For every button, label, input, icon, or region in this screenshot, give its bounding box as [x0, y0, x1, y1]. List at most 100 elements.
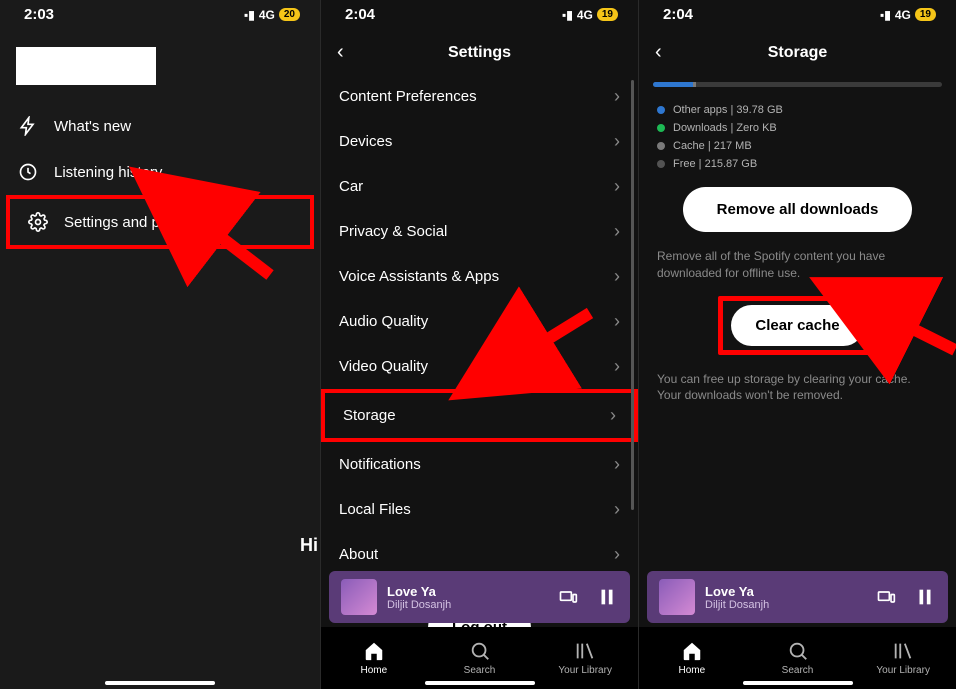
home-indicator — [743, 681, 853, 685]
status-bar: 2:04 ▪▮ 4G 19 — [321, 0, 638, 27]
pause-icon[interactable] — [596, 586, 618, 608]
chevron-right-icon: › — [614, 356, 620, 377]
home-icon — [681, 640, 703, 662]
status-icons: ▪▮ 4G 20 — [244, 8, 300, 22]
settings-row-car[interactable]: Car› — [321, 164, 638, 209]
track-title: Love Ya — [705, 584, 866, 599]
pause-icon[interactable] — [914, 586, 936, 608]
nav-library[interactable]: Your Library — [850, 627, 956, 689]
menu-item-whats-new[interactable]: What's new — [0, 103, 320, 149]
now-playing-bar[interactable]: Love Ya Diljit Dosanjh — [329, 571, 630, 623]
chevron-right-icon: › — [614, 311, 620, 332]
settings-list: Content Preferences› Devices› Car› Priva… — [321, 74, 638, 577]
clear-cache-highlight: Clear cache — [718, 296, 876, 355]
battery-badge: 20 — [279, 8, 300, 21]
chevron-right-icon: › — [614, 131, 620, 152]
screen-storage: 2:04 ▪▮ 4G 19 ‹ Storage Other apps | 39.… — [638, 0, 956, 689]
devices-icon[interactable] — [558, 587, 578, 607]
library-icon — [892, 640, 914, 662]
now-playing-bar[interactable]: Love Ya Diljit Dosanjh — [647, 571, 948, 623]
storage-usage-bar — [653, 82, 942, 87]
storage-legend: Other apps | 39.78 GB Downloads | Zero K… — [639, 101, 956, 173]
back-button[interactable]: ‹ — [655, 41, 662, 64]
menu-item-settings-privacy[interactable]: Settings and privacy — [6, 195, 314, 249]
nav-home[interactable]: Home — [639, 627, 745, 689]
now-playing-text: Love Ya Diljit Dosanjh — [387, 584, 548, 611]
scrollbar[interactable] — [631, 80, 634, 510]
legend-dot — [657, 106, 665, 114]
settings-row-voice-assistants[interactable]: Voice Assistants & Apps› — [321, 254, 638, 299]
status-icons: ▪▮ 4G 19 — [880, 8, 936, 22]
screen-settings: 2:04 ▪▮ 4G 19 ‹ Settings Content Prefere… — [320, 0, 638, 689]
legend-cache: Cache | 217 MB — [657, 137, 938, 155]
now-playing-controls — [876, 586, 936, 608]
network-label: 4G — [259, 8, 275, 22]
clear-cache-button[interactable]: Clear cache — [731, 305, 863, 346]
signal-icon: ▪▮ — [880, 8, 891, 22]
chevron-right-icon: › — [614, 221, 620, 242]
settings-row-devices[interactable]: Devices› — [321, 119, 638, 164]
remove-downloads-button[interactable]: Remove all downloads — [683, 187, 913, 232]
chevron-right-icon: › — [610, 405, 616, 426]
chevron-right-icon: › — [614, 544, 620, 565]
clock: 2:04 — [663, 6, 693, 23]
now-playing-text: Love Ya Diljit Dosanjh — [705, 584, 866, 611]
settings-row-storage[interactable]: Storage› — [321, 389, 638, 442]
home-indicator — [425, 681, 535, 685]
battery-badge: 19 — [597, 8, 618, 21]
storage-seg-other — [653, 82, 693, 87]
nav-library[interactable]: Your Library — [532, 627, 638, 689]
back-button[interactable]: ‹ — [337, 41, 344, 64]
clock: 2:03 — [24, 6, 54, 23]
search-icon — [787, 640, 809, 662]
status-icons: ▪▮ 4G 19 — [562, 8, 618, 22]
album-art — [659, 579, 695, 615]
network-label: 4G — [577, 8, 593, 22]
chevron-right-icon: › — [614, 454, 620, 475]
page-title: Settings — [321, 44, 638, 62]
settings-row-privacy-social[interactable]: Privacy & Social› — [321, 209, 638, 254]
chevron-right-icon: › — [614, 176, 620, 197]
bolt-icon — [18, 116, 38, 136]
gear-icon — [28, 212, 48, 232]
nav-search[interactable]: Search — [427, 627, 533, 689]
settings-row-content-preferences[interactable]: Content Preferences› — [321, 74, 638, 119]
remove-downloads-description: Remove all of the Spotify content you ha… — [639, 238, 956, 282]
history-icon — [18, 162, 38, 182]
signal-icon: ▪▮ — [244, 8, 255, 22]
menu-label: What's new — [54, 118, 131, 135]
screen-account-menu: 2:03 ▪▮ 4G 20 What's new Listening histo… — [0, 0, 320, 689]
legend-dot — [657, 124, 665, 132]
bottom-nav: Home Search Your Library — [639, 627, 956, 689]
page-title: Storage — [639, 44, 956, 62]
devices-icon[interactable] — [876, 587, 896, 607]
nav-home[interactable]: Home — [321, 627, 427, 689]
album-art — [341, 579, 377, 615]
now-playing-controls — [558, 586, 618, 608]
settings-row-video-quality[interactable]: Video Quality› — [321, 344, 638, 389]
track-title: Love Ya — [387, 584, 548, 599]
page-header: ‹ Storage — [639, 27, 956, 74]
battery-badge: 19 — [915, 8, 936, 21]
settings-row-local-files[interactable]: Local Files› — [321, 487, 638, 532]
menu-label: Listening history — [54, 164, 162, 181]
track-artist: Diljit Dosanjh — [705, 599, 866, 611]
legend-free: Free | 215.87 GB — [657, 155, 938, 173]
account-menu: What's new Listening history Settings an… — [0, 103, 320, 249]
nav-search[interactable]: Search — [745, 627, 851, 689]
settings-row-audio-quality[interactable]: Audio Quality› — [321, 299, 638, 344]
status-bar: 2:04 ▪▮ 4G 19 — [639, 0, 956, 27]
storage-seg-cache — [693, 82, 696, 87]
settings-row-notifications[interactable]: Notifications› — [321, 442, 638, 487]
menu-item-listening-history[interactable]: Listening history — [0, 149, 320, 195]
library-icon — [574, 640, 596, 662]
legend-other-apps: Other apps | 39.78 GB — [657, 101, 938, 119]
remove-downloads-container: Remove all downloads — [639, 187, 956, 232]
legend-dot — [657, 142, 665, 150]
home-indicator — [105, 681, 215, 685]
home-icon — [363, 640, 385, 662]
chevron-right-icon: › — [614, 86, 620, 107]
legend-downloads: Downloads | Zero KB — [657, 119, 938, 137]
network-label: 4G — [895, 8, 911, 22]
page-header: ‹ Settings — [321, 27, 638, 74]
